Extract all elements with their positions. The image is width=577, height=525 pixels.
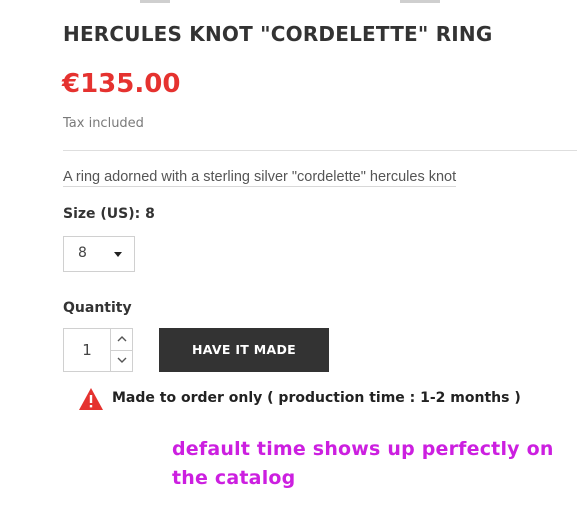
tax-note: Tax included [63,116,144,131]
product-description: A ring adorned with a sterling silver "c… [63,169,457,187]
size-select-value: 8 [78,245,87,261]
chevron-down-icon [117,357,127,363]
divider [63,150,577,151]
size-select[interactable]: 8 [63,236,135,272]
annotation-note: default time shows up perfectly on the c… [172,438,554,489]
quantity-label: Quantity [63,300,132,316]
quantity-stepper [63,328,133,372]
quantity-increment-button[interactable] [111,329,133,351]
top-edge-cutoff [0,0,577,3]
product-price: €135.00 [62,69,181,99]
warning-icon [79,388,103,410]
quantity-spin-controls [110,329,133,371]
chevron-up-icon [117,336,127,342]
size-label: Size (US): 8 [63,206,155,222]
quantity-decrement-button[interactable] [111,350,133,371]
quantity-input[interactable] [64,329,110,371]
have-it-made-button[interactable]: HAVE IT MADE [159,328,329,372]
availability-message: Made to order only ( production time : 1… [112,390,521,406]
product-title: HERCULES KNOT "CORDELETTE" RING [63,22,493,46]
caret-down-icon [114,252,122,257]
